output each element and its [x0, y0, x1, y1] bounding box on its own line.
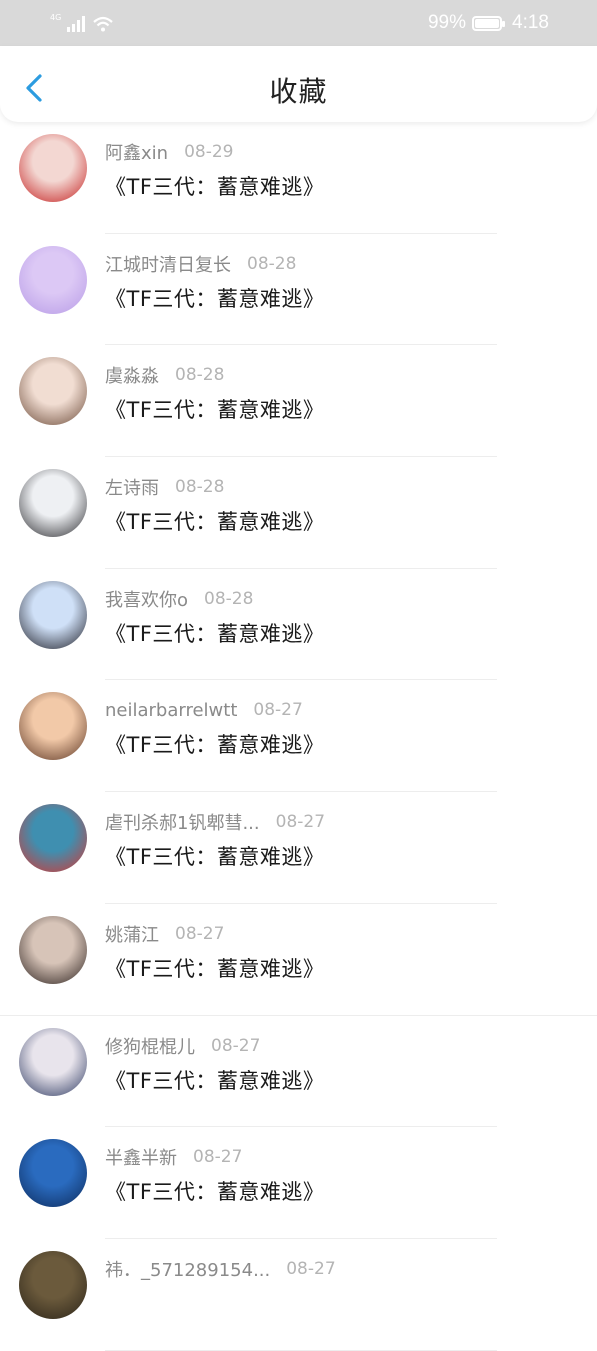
book-title[interactable]: 《TF三代：蓄意难逃》 — [105, 283, 324, 313]
avatar[interactable] — [19, 1250, 87, 1319]
item-meta: 我喜欢你o 08-28 — [105, 586, 253, 612]
username[interactable]: 姚蒲江 — [105, 921, 159, 947]
favorite-item[interactable]: 江城时清日复长 08-28 《TF三代：蓄意难逃》 — [0, 234, 597, 346]
item-meta: 修狗棍棍儿 08-27 — [105, 1033, 260, 1059]
favorite-item[interactable]: 祎．_571289154... 08-27 — [0, 1239, 597, 1351]
avatar[interactable] — [19, 134, 87, 202]
favorite-item[interactable]: 左诗雨 08-28 《TF三代：蓄意难逃》 — [0, 457, 597, 569]
battery-percent: 99% — [427, 12, 467, 33]
favorite-item[interactable]: 虞淼淼 08-28 《TF三代：蓄意难逃》 — [0, 345, 597, 458]
date: 08-28 — [204, 588, 254, 609]
date: 08-28 — [175, 477, 225, 498]
favorite-item[interactable]: 修狗棍棍儿 08-27 《TF三代：蓄意难逃》 — [0, 1016, 597, 1128]
item-meta: 江城时清日复长 08-28 — [105, 251, 296, 277]
status-left: 4G — [50, 12, 114, 32]
avatar[interactable] — [19, 804, 87, 873]
wifi-icon — [93, 16, 114, 32]
date: 08-28 — [247, 253, 297, 274]
username[interactable]: 我喜欢你o — [105, 586, 188, 612]
date: 08-27 — [253, 700, 303, 721]
signal-icon — [67, 16, 86, 32]
favorite-item[interactable]: 虐刊杀郝1钒郫彗... 08-27 《TF三代：蓄意难逃》 — [0, 792, 597, 904]
item-meta: 祎．_571289154... 08-27 — [105, 1256, 336, 1282]
username[interactable]: 阿鑫xin — [105, 139, 168, 165]
divider — [105, 1349, 497, 1351]
avatar[interactable] — [19, 245, 87, 314]
avatar[interactable] — [19, 692, 87, 761]
favorite-item[interactable]: 阿鑫xin 08-29 《TF三代：蓄意难逃》 — [0, 122, 597, 234]
favorite-item[interactable]: 姚蒲江 08-27 《TF三代：蓄意难逃》 — [0, 904, 597, 1016]
avatar[interactable] — [19, 1139, 87, 1208]
clock: 4:18 — [512, 12, 549, 33]
avatar[interactable] — [19, 469, 87, 538]
book-title[interactable]: 《TF三代：蓄意难逃》 — [105, 618, 324, 648]
date: 08-28 — [175, 365, 225, 386]
date: 08-27 — [275, 812, 326, 833]
item-meta: 阿鑫xin 08-29 — [105, 139, 233, 165]
book-title[interactable]: 《TF三代：蓄意难逃》 — [105, 953, 324, 983]
book-title[interactable]: 《TF三代：蓄意难逃》 — [105, 1176, 324, 1206]
favorite-item[interactable]: 我喜欢你o 08-28 《TF三代：蓄意难逃》 — [0, 569, 597, 681]
item-meta: 虞淼淼 08-28 — [105, 362, 224, 388]
book-title[interactable]: 《TF三代：蓄意难逃》 — [105, 506, 324, 536]
page-title: 收藏 — [269, 75, 328, 108]
avatar[interactable] — [19, 1027, 87, 1096]
avatar[interactable] — [19, 357, 87, 426]
date: 08-27 — [193, 1147, 243, 1168]
item-meta: 半鑫半新 08-27 — [105, 1144, 242, 1170]
date: 08-27 — [286, 1258, 336, 1279]
username[interactable]: 左诗雨 — [105, 474, 159, 500]
username[interactable]: 虐刊杀郝1钒郫彗... — [105, 809, 260, 835]
header: 收藏 — [0, 46, 597, 122]
username[interactable]: neilarbarrelwtt — [105, 700, 237, 721]
username[interactable]: 半鑫半新 — [105, 1144, 177, 1170]
avatar[interactable] — [19, 580, 87, 649]
network-type: 4G — [50, 13, 62, 22]
favorite-item[interactable]: neilarbarrelwtt 08-27 《TF三代：蓄意难逃》 — [0, 680, 597, 793]
item-meta: 左诗雨 08-28 — [105, 474, 224, 500]
book-title[interactable]: 《TF三代：蓄意难逃》 — [105, 729, 324, 759]
status-bar: 4G 99% 4:18 — [0, 0, 597, 46]
item-meta: neilarbarrelwtt 08-27 — [105, 697, 303, 723]
book-title[interactable]: 《TF三代：蓄意难逃》 — [105, 394, 324, 424]
battery-icon — [472, 15, 506, 31]
date: 08-27 — [175, 923, 225, 944]
username[interactable]: 江城时清日复长 — [105, 251, 231, 277]
favorite-item[interactable]: 半鑫半新 08-27 《TF三代：蓄意难逃》 — [0, 1127, 597, 1239]
username[interactable]: 修狗棍棍儿 — [105, 1033, 195, 1059]
username[interactable]: 祎．_571289154... — [105, 1256, 270, 1282]
avatar[interactable] — [19, 915, 87, 984]
favorites-list: 阿鑫xin 08-29 《TF三代：蓄意难逃》 江城时清日复长 08-28 《TF三代：蓄… — [0, 122, 597, 1351]
date: 08-27 — [211, 1035, 261, 1056]
book-title[interactable]: 《TF三代：蓄意难逃》 — [105, 171, 324, 201]
book-title[interactable]: 《TF三代：蓄意难逃》 — [105, 1065, 324, 1095]
item-meta: 姚蒲江 08-27 — [105, 921, 224, 947]
status-right: 99% 4:18 — [428, 10, 549, 36]
book-title[interactable]: 《TF三代：蓄意难逃》 — [105, 841, 324, 871]
item-meta: 虐刊杀郝1钒郫彗... 08-27 — [105, 809, 325, 835]
date: 08-29 — [184, 142, 234, 162]
username[interactable]: 虞淼淼 — [105, 362, 159, 388]
